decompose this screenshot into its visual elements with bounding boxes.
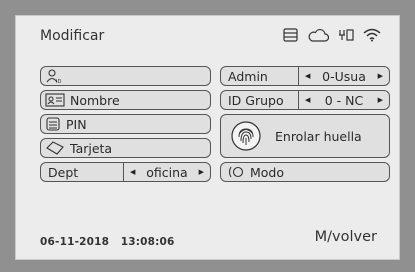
usb-icon — [338, 28, 354, 42]
svg-text:ID: ID — [56, 79, 61, 84]
dept-prev-arrow[interactable]: ◀ — [130, 168, 135, 176]
pin-label: PIN — [66, 116, 87, 132]
card-button[interactable]: Tarjeta — [40, 138, 211, 158]
mode-label: Modo — [250, 164, 285, 180]
admin-value: 0-Usua — [322, 68, 366, 84]
group-label: ID Grupo — [228, 92, 284, 108]
enroll-label: Enrolar huella — [275, 128, 362, 144]
user-id-button[interactable]: ID — [40, 66, 211, 86]
admin-selector[interactable]: Admin ◀ 0-Usua ▶ — [220, 66, 390, 86]
keypad-icon — [45, 117, 61, 131]
datetime: 06-11-2018 13:08:06 — [40, 236, 175, 248]
group-selector[interactable]: ID Grupo ◀ 0 - NC ▶ — [220, 90, 390, 110]
fingerprint-icon — [231, 121, 261, 151]
device-screen: Modificar ID Nombre PIN Tarjeta Dept ◀ o… — [15, 15, 400, 260]
admin-label: Admin — [228, 68, 268, 84]
status-bar — [283, 28, 381, 42]
group-next-arrow[interactable]: ▶ — [378, 96, 383, 104]
dept-value: oficina — [146, 164, 188, 180]
card-label: Tarjeta — [70, 140, 113, 156]
dept-selector[interactable]: Dept ◀ oficina ▶ — [40, 162, 211, 182]
page-title: Modificar — [40, 28, 105, 44]
name-label: Nombre — [70, 92, 120, 108]
name-button[interactable]: Nombre — [40, 90, 211, 110]
toggle-icon — [227, 166, 245, 178]
dept-next-arrow[interactable]: ▶ — [199, 168, 204, 176]
id-card-icon — [45, 93, 65, 107]
user-id-icon: ID — [45, 68, 61, 84]
admin-next-arrow[interactable]: ▶ — [378, 72, 383, 80]
card-icon — [45, 141, 65, 155]
enroll-fingerprint-button[interactable]: Enrolar huella — [220, 114, 390, 158]
dept-label: Dept — [48, 164, 79, 180]
cloud-icon — [307, 28, 329, 42]
mode-button[interactable]: Modo — [220, 162, 390, 182]
group-value: 0 - NC — [324, 92, 364, 108]
wifi-icon — [363, 28, 381, 42]
storage-icon — [283, 28, 298, 42]
group-prev-arrow[interactable]: ◀ — [305, 96, 310, 104]
back-button[interactable]: M/volver — [315, 229, 377, 245]
admin-prev-arrow[interactable]: ◀ — [305, 72, 310, 80]
pin-button[interactable]: PIN — [40, 114, 211, 134]
